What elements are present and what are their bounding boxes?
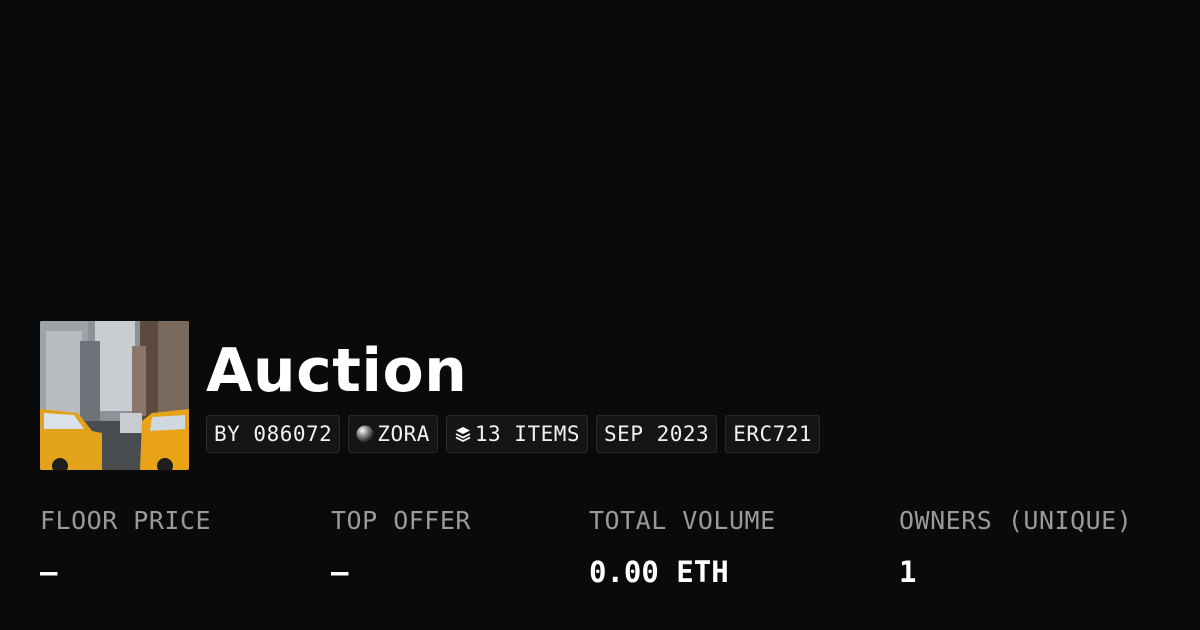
stat-owners: OWNERS (UNIQUE) 1	[899, 505, 1132, 588]
items-chip-label: 13 ITEMS	[474, 422, 581, 446]
stat-label: TOTAL VOLUME	[589, 506, 776, 535]
creator-chip[interactable]: BY 086072	[206, 415, 341, 453]
stat-floor-price: FLOOR PRICE –	[40, 505, 211, 588]
created-date-chip: SEP 2023	[596, 415, 718, 453]
items-chip[interactable]: 13 ITEMS	[445, 415, 589, 453]
collection-title: Auction	[206, 336, 468, 406]
stat-total-volume: TOTAL VOLUME 0.00 ETH	[589, 505, 776, 588]
stat-value: –	[331, 555, 349, 589]
stat-value: 0.00 ETH	[589, 555, 729, 589]
network-chip-label: ZORA	[377, 422, 430, 446]
zora-orb-icon	[356, 425, 374, 443]
stat-value: 1	[899, 555, 917, 589]
created-date-label: SEP 2023	[604, 422, 710, 446]
collection-thumbnail	[40, 321, 189, 470]
network-chip[interactable]: ZORA	[348, 415, 438, 453]
stat-top-offer: TOP OFFER –	[331, 505, 471, 588]
collection-meta-chips: BY 086072 ZORA 13 ITEMS SEP 2023 ERC721	[206, 415, 821, 453]
layers-icon	[454, 425, 472, 443]
creator-chip-label: BY 086072	[214, 422, 333, 446]
token-standard-label: ERC721	[733, 422, 813, 446]
stat-value: –	[40, 555, 58, 589]
stat-label: TOP OFFER	[331, 506, 471, 535]
stat-label: FLOOR PRICE	[40, 506, 212, 535]
token-standard-chip: ERC721	[725, 415, 821, 453]
stat-label: OWNERS (UNIQUE)	[899, 506, 1133, 535]
